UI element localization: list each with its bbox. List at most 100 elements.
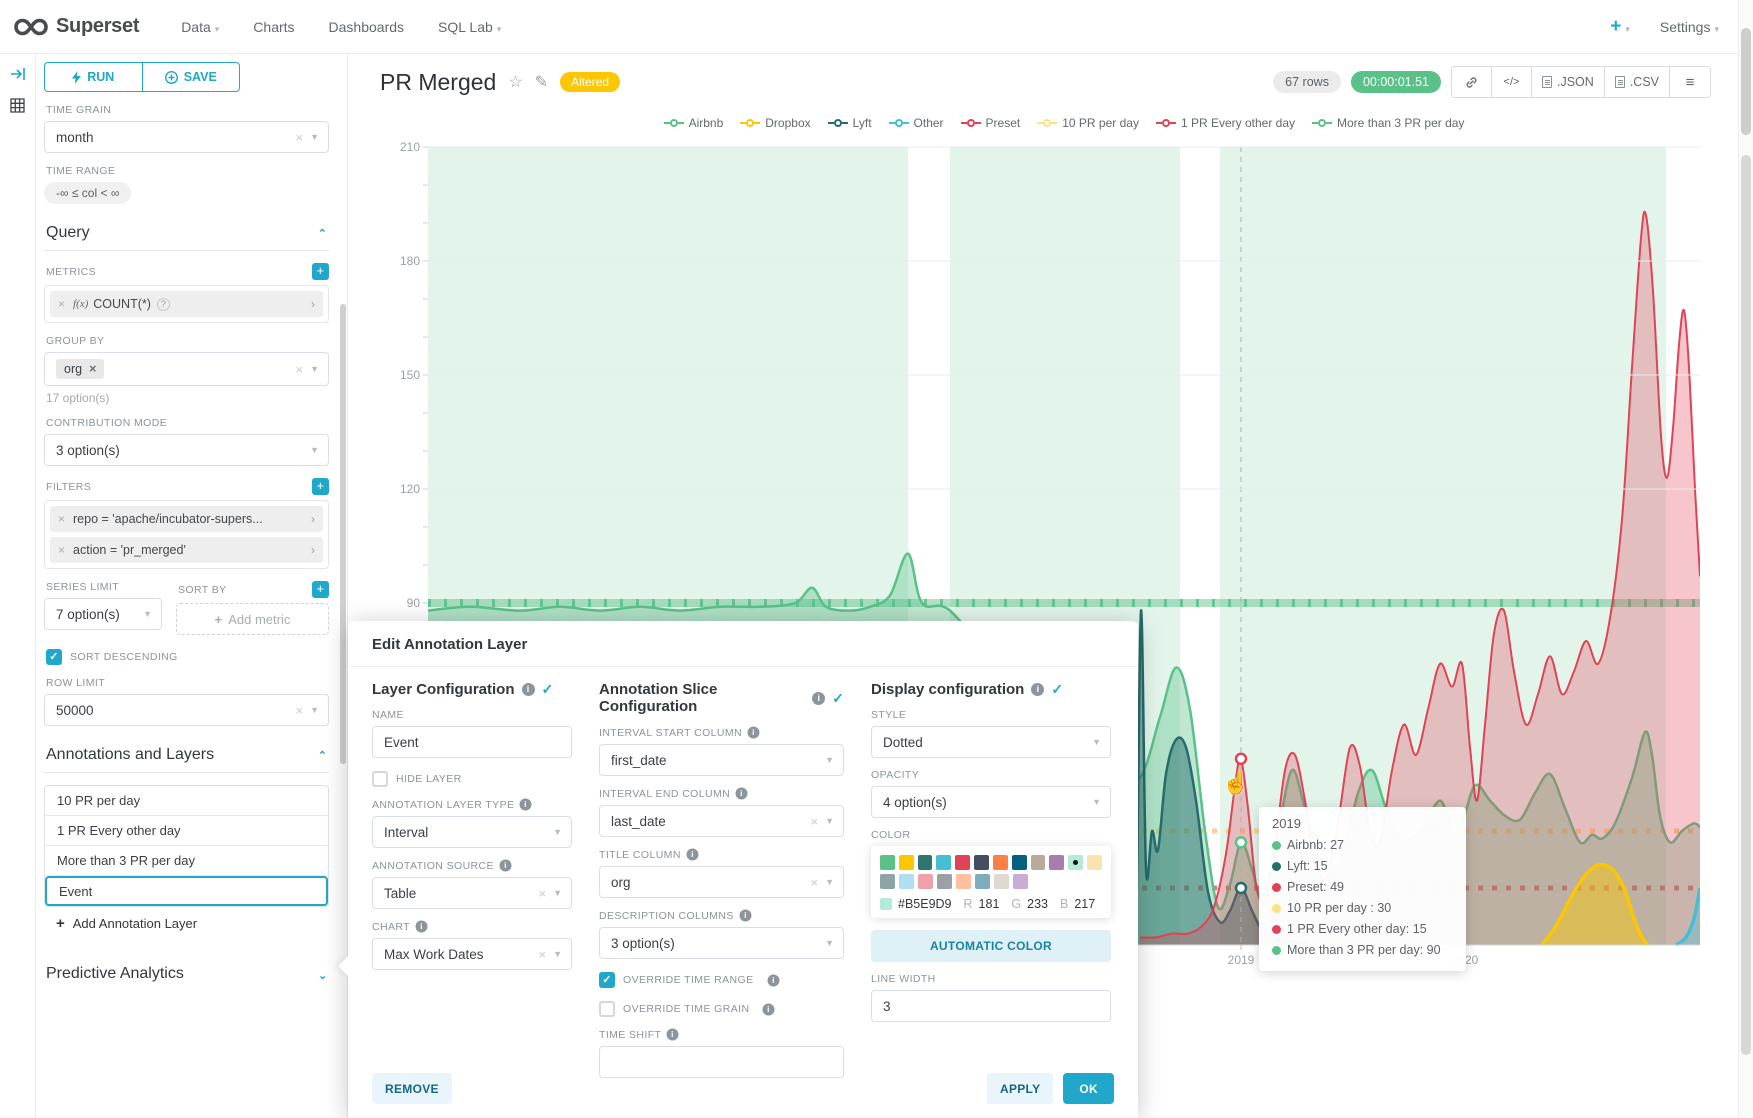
query-section-header[interactable]: Query⌃ xyxy=(46,224,327,242)
checkbox-checked-icon[interactable]: ✓ xyxy=(599,972,615,988)
run-button[interactable]: RUN xyxy=(44,62,142,92)
nav-item-dashboards[interactable]: Dashboards xyxy=(329,19,405,35)
annotation-layer-item[interactable]: 10 PR per day xyxy=(45,786,328,816)
sort-by-add-metric[interactable]: +Add metric xyxy=(176,603,329,635)
legend-item[interactable]: Preset xyxy=(961,116,1021,130)
page-scrollbar[interactable] xyxy=(1738,0,1753,1118)
legend-item[interactable]: More than 3 PR per day xyxy=(1312,116,1464,130)
add-annotation-layer-button[interactable]: + Add Annotation Layer xyxy=(44,907,329,939)
color-swatch[interactable] xyxy=(880,855,895,870)
sort-descending-row[interactable]: ✓ SORT DESCENDING xyxy=(46,649,329,665)
chevron-right-icon[interactable]: › xyxy=(311,543,315,557)
color-swatch[interactable] xyxy=(993,855,1008,870)
automatic-color-button[interactable]: AUTOMATIC COLOR xyxy=(871,930,1111,962)
name-input[interactable]: Event xyxy=(372,726,572,758)
hide-layer-row[interactable]: HIDE LAYER xyxy=(372,771,572,787)
info-icon[interactable]: i xyxy=(416,921,428,933)
line-width-input[interactable]: 3 xyxy=(871,990,1111,1022)
chevron-right-icon[interactable]: › xyxy=(311,512,315,526)
sidebar-scrollbar[interactable] xyxy=(340,304,346,764)
group-by-select[interactable]: org× ×▼ xyxy=(44,352,329,386)
color-swatch[interactable] xyxy=(1012,855,1027,870)
datasource-grid-icon[interactable] xyxy=(9,98,27,116)
info-icon[interactable]: i xyxy=(767,974,779,986)
style-select[interactable]: Dotted ▼ xyxy=(871,726,1111,758)
info-icon[interactable]: i xyxy=(763,1003,775,1015)
time-grain-select[interactable]: month ×▼ xyxy=(44,121,329,153)
info-icon[interactable]: i xyxy=(499,860,511,872)
series-limit-select[interactable]: 7 option(s) ▼ xyxy=(44,598,162,630)
override-time-range-row[interactable]: ✓ OVERRIDE TIME RANGEi xyxy=(599,972,844,988)
superset-logo[interactable]: Superset xyxy=(14,15,139,38)
metric-chip[interactable]: × f(x) COUNT(*) ? › xyxy=(50,291,323,317)
remove-icon[interactable]: × xyxy=(58,512,65,526)
description-columns-select[interactable]: 3 option(s) ▼ xyxy=(599,927,844,959)
clear-icon[interactable]: × xyxy=(810,814,818,829)
add-sort-metric-button[interactable]: + xyxy=(312,581,329,598)
nav-item-charts[interactable]: Charts xyxy=(253,19,294,35)
legend-item[interactable]: 1 PR Every other day xyxy=(1156,116,1295,130)
annotation-layer-item[interactable]: More than 3 PR per day xyxy=(45,846,328,876)
checkbox-unchecked-icon[interactable] xyxy=(372,771,388,787)
clear-icon[interactable]: × xyxy=(538,947,546,962)
filter-chip[interactable]: ×repo = 'apache/incubator-supers...› xyxy=(50,506,323,532)
scrollbar-thumb[interactable] xyxy=(1741,28,1751,135)
share-link-button[interactable] xyxy=(1452,67,1492,97)
annotations-section-header[interactable]: Annotations and Layers⌃ xyxy=(46,746,327,764)
legend-item[interactable]: Dropbox xyxy=(740,116,810,130)
override-time-grain-row[interactable]: OVERRIDE TIME GRAINi xyxy=(599,1001,844,1017)
predictive-section-header[interactable]: Predictive Analytics⌃ xyxy=(46,965,327,983)
color-swatch[interactable] xyxy=(918,874,933,889)
checkbox-checked-icon[interactable]: ✓ xyxy=(46,649,62,665)
info-icon[interactable]: i xyxy=(748,727,760,739)
info-icon[interactable]: i xyxy=(736,788,748,800)
color-swatch[interactable] xyxy=(1031,855,1046,870)
remove-button[interactable]: REMOVE xyxy=(372,1073,452,1104)
remove-icon[interactable]: × xyxy=(58,297,65,311)
clear-icon[interactable]: × xyxy=(295,362,303,377)
annotation-source-select[interactable]: Table ×▼ xyxy=(372,877,572,909)
info-icon[interactable]: i xyxy=(739,910,751,922)
clear-icon[interactable]: × xyxy=(538,886,546,901)
info-icon[interactable]: i xyxy=(686,849,698,861)
color-swatch[interactable] xyxy=(1068,855,1083,870)
opacity-select[interactable]: 4 option(s) ▼ xyxy=(871,786,1111,818)
view-query-button[interactable]: </> xyxy=(1492,67,1532,97)
export-json-button[interactable]: .JSON xyxy=(1532,67,1605,97)
nav-item-sql-lab[interactable]: SQL Lab▾ xyxy=(438,19,501,35)
clear-icon[interactable]: × xyxy=(295,130,303,145)
color-swatch[interactable] xyxy=(880,874,895,889)
nav-item-data[interactable]: Data▾ xyxy=(181,19,219,35)
color-swatch[interactable] xyxy=(937,874,952,889)
color-swatch[interactable] xyxy=(1049,855,1064,870)
edit-properties-icon[interactable]: ✎ xyxy=(535,72,548,92)
annotation-layer-item[interactable]: Event xyxy=(45,876,328,906)
info-icon[interactable]: i xyxy=(522,683,535,696)
add-filter-button[interactable]: + xyxy=(312,478,329,495)
clear-icon[interactable]: × xyxy=(810,875,818,890)
color-swatch[interactable] xyxy=(975,874,990,889)
title-column-select[interactable]: org ×▼ xyxy=(599,866,844,898)
apply-button[interactable]: APPLY xyxy=(987,1073,1053,1104)
new-menu-button[interactable]: +▾ xyxy=(1610,16,1630,38)
chevron-right-icon[interactable]: › xyxy=(311,297,315,311)
color-swatch[interactable] xyxy=(918,855,933,870)
info-icon[interactable]: i xyxy=(1031,683,1044,696)
group-by-chip[interactable]: org× xyxy=(56,359,104,379)
ok-button[interactable]: OK xyxy=(1063,1073,1114,1104)
clear-icon[interactable]: × xyxy=(295,703,303,718)
color-swatch[interactable] xyxy=(899,874,914,889)
annotation-layer-item[interactable]: 1 PR Every other day xyxy=(45,816,328,846)
filter-chip[interactable]: ×action = 'pr_merged'› xyxy=(50,537,323,563)
legend-item[interactable]: Other xyxy=(889,116,944,130)
export-csv-button[interactable]: .CSV xyxy=(1605,67,1670,97)
row-limit-select[interactable]: 50000 ×▼ xyxy=(44,694,329,726)
info-icon[interactable]: i xyxy=(520,799,532,811)
color-swatch[interactable] xyxy=(974,855,989,870)
legend-item[interactable]: Lyft xyxy=(828,116,872,130)
color-swatch[interactable] xyxy=(936,855,951,870)
add-metric-button[interactable]: + xyxy=(312,263,329,280)
legend-item[interactable]: 10 PR per day xyxy=(1037,116,1139,130)
contribution-mode-select[interactable]: 3 option(s) ▼ xyxy=(44,434,329,466)
favorite-star-icon[interactable]: ☆ xyxy=(508,72,522,92)
